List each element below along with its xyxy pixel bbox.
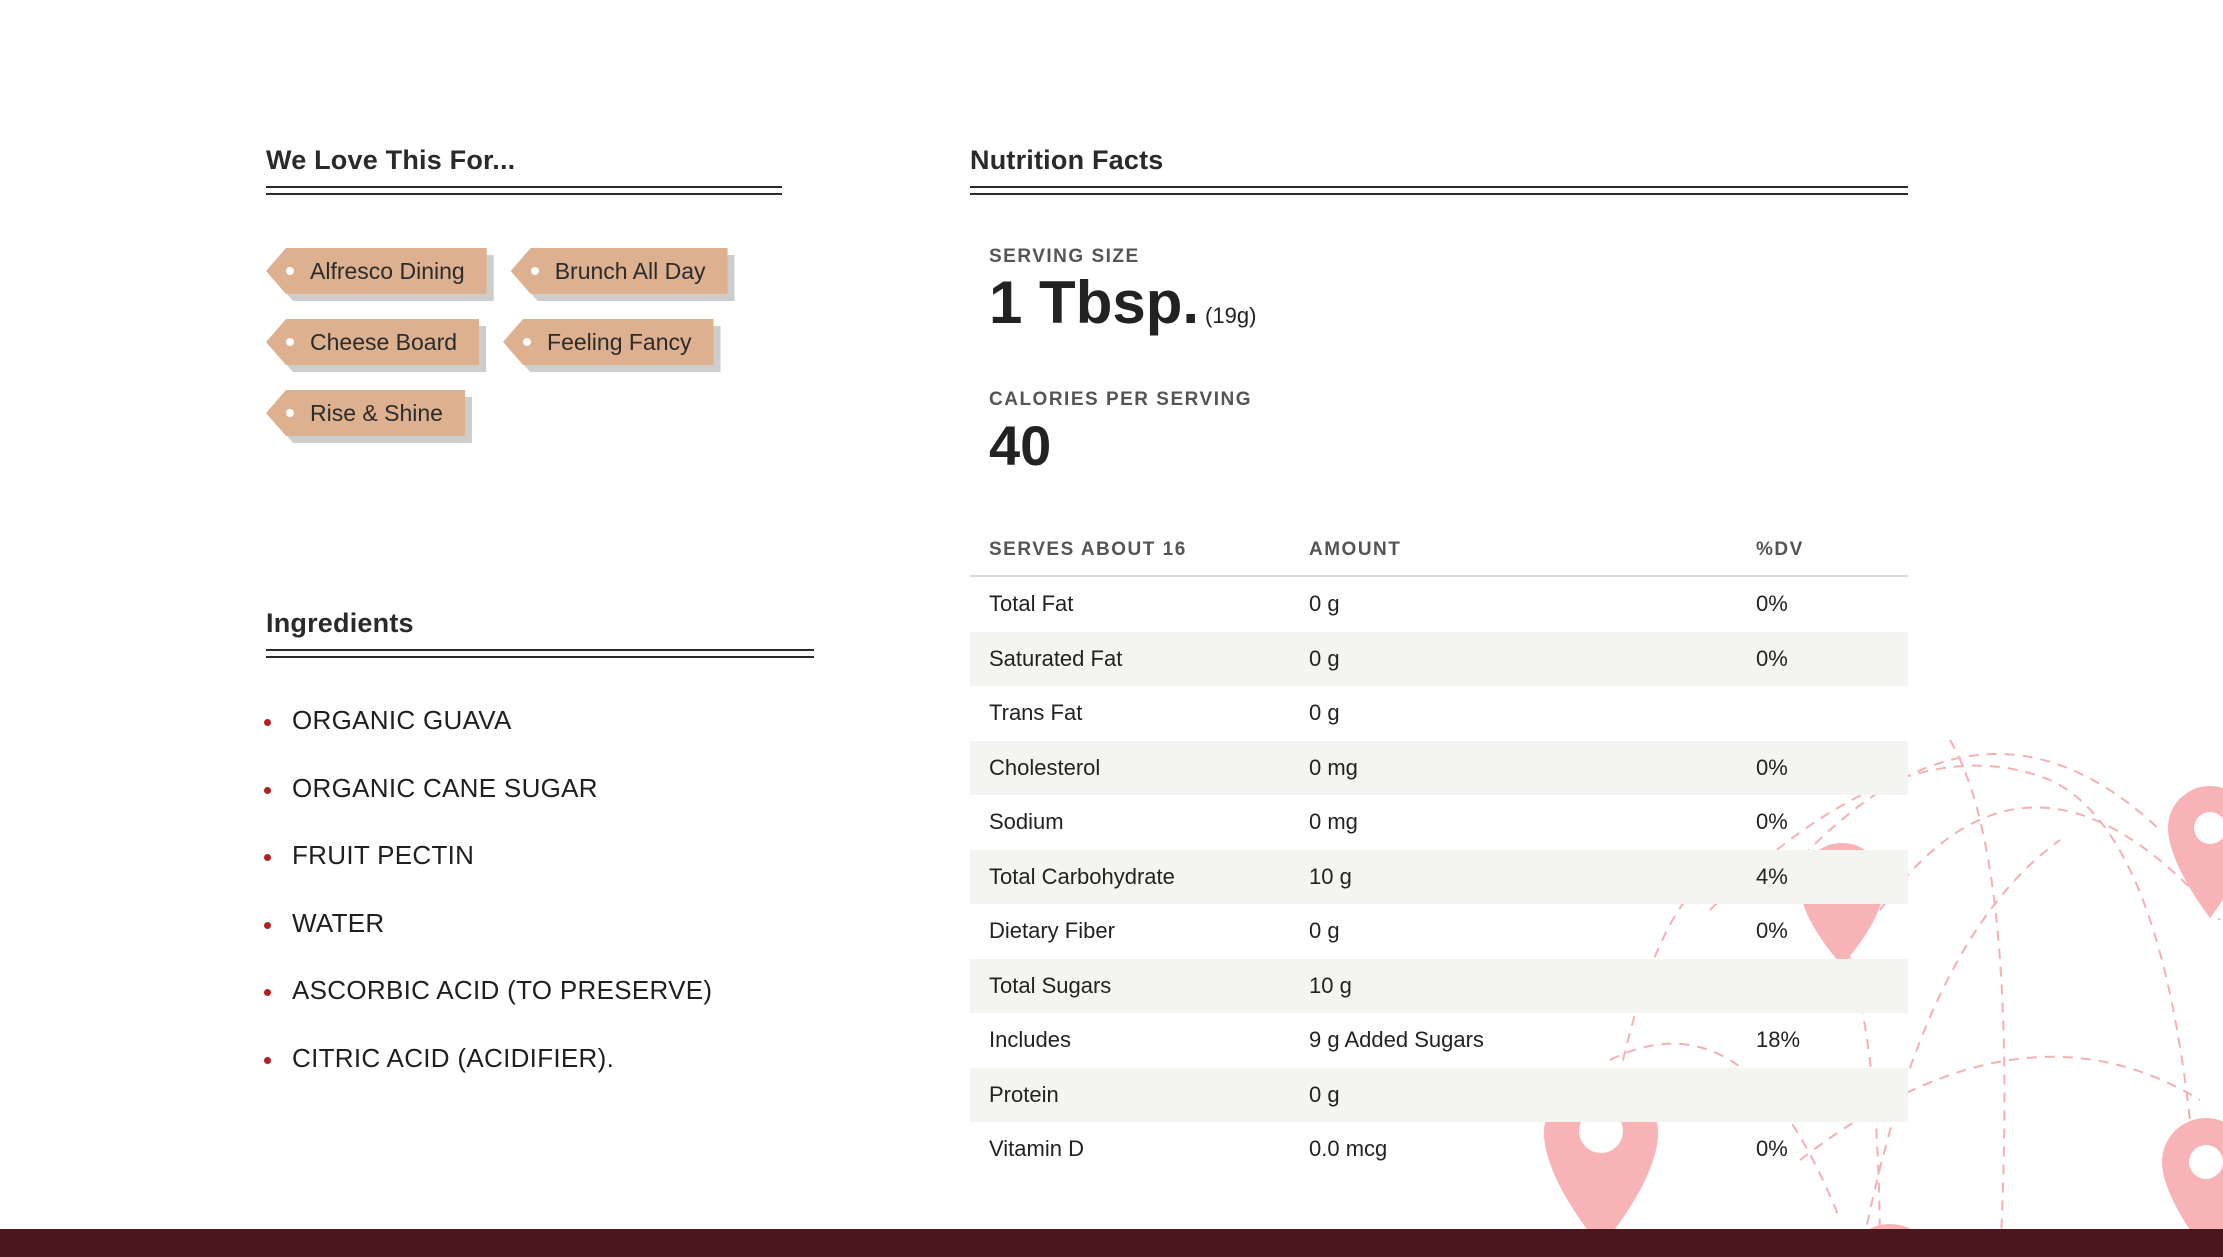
nutrient-dv: 4%: [1756, 863, 1788, 889]
table-row: Includes 9 g Added Sugars 18%: [970, 1013, 1908, 1068]
ingredient-text: ORGANIC GUAVA: [292, 705, 512, 735]
nutrition-table-header: SERVES ABOUT 16 AMOUNT %DV: [970, 525, 1908, 577]
tag-hole-icon: [286, 267, 294, 275]
tag-hole-icon: [286, 338, 294, 346]
nutrient-amount: 9 g Added Sugars: [1309, 1027, 1484, 1053]
tag-label: Feeling Fancy: [547, 328, 692, 355]
nutrient-amount: 0 mg: [1309, 809, 1358, 835]
table-row: Saturated Fat 0 g 0%: [970, 631, 1908, 686]
nutrient-name: Dietary Fiber: [989, 918, 1115, 944]
table-row: Total Sugars 10 g: [970, 958, 1908, 1013]
nutrient-name: Protein: [989, 1081, 1059, 1107]
serving-size-value: 1 Tbsp. (19g): [989, 268, 1256, 337]
table-row: Vitamin D 0.0 mcg 0%: [970, 1122, 1908, 1177]
ingredient-item: ORGANIC CANE SUGAR: [264, 773, 712, 841]
table-row: Total Fat 0 g 0%: [970, 577, 1908, 632]
nutrient-dv: 0%: [1756, 1136, 1788, 1162]
tag-cheese-board[interactable]: Cheese Board: [266, 319, 480, 365]
ingredient-text: FRUIT PECTIN: [292, 840, 475, 870]
table-row: Cholesterol 0 mg 0%: [970, 740, 1908, 795]
nutrient-dv: 0%: [1756, 645, 1788, 671]
ingredient-item: ORGANIC GUAVA: [264, 705, 712, 773]
nutrient-name: Total Sugars: [989, 972, 1112, 998]
nutrient-amount: 0 g: [1309, 918, 1340, 944]
tag-label: Brunch All Day: [554, 257, 706, 284]
tag-list: Alfresco Dining Brunch All Day Cheese Bo…: [266, 248, 786, 461]
nutrient-name: Total Fat: [989, 591, 1074, 617]
tag-brunch-all-day[interactable]: Brunch All Day: [510, 248, 728, 294]
nutrient-dv: 0%: [1756, 591, 1788, 617]
ingredient-text: ORGANIC CANE SUGAR: [292, 772, 598, 803]
nutrient-dv: 0%: [1756, 809, 1788, 835]
nutrient-amount: 10 g: [1309, 863, 1352, 889]
nutrient-amount: 10 g: [1309, 972, 1352, 998]
nutrition-title-rule: [970, 186, 1908, 195]
love-title-rule: [266, 186, 782, 195]
nutrition-table: SERVES ABOUT 16 AMOUNT %DV Total Fat 0 g 0…: [970, 525, 1908, 1177]
ingredient-text: ASCORBIC ACID (TO PRESERVE): [292, 975, 713, 1005]
nutrient-amount: 0 g: [1309, 645, 1340, 671]
tag-alfresco-dining[interactable]: Alfresco Dining: [266, 248, 487, 294]
tag-label: Rise & Shine: [310, 399, 443, 426]
header-amount: AMOUNT: [1309, 539, 1402, 560]
bullet-icon: [264, 1056, 271, 1064]
tag-feeling-fancy[interactable]: Feeling Fancy: [503, 319, 714, 365]
table-row: Dietary Fiber 0 g 0%: [970, 904, 1908, 959]
nutrition-section-title: Nutrition Facts: [970, 145, 1164, 175]
table-row: Sodium 0 mg 0%: [970, 795, 1908, 850]
tag-hole-icon: [523, 338, 532, 346]
table-row: Protein 0 g: [970, 1067, 1908, 1122]
bullet-icon: [264, 921, 271, 929]
ingredient-item: CITRIC ACID (ACIDIFIER).: [264, 1043, 712, 1111]
ingredients-section-title: Ingredients: [266, 608, 414, 638]
bullet-icon: [264, 786, 271, 794]
nutrient-name: Total Carbohydrate: [989, 863, 1175, 889]
table-row: Total Carbohydrate 10 g 4%: [970, 849, 1908, 904]
nutrient-dv: 18%: [1756, 1027, 1801, 1053]
calories-value: 40: [989, 414, 1052, 477]
nutrient-name: Trans Fat: [989, 700, 1083, 726]
nutrient-amount: 0 g: [1309, 591, 1340, 617]
tag-rise-and-shine[interactable]: Rise & Shine: [266, 390, 465, 436]
tag-hole-icon: [286, 409, 294, 417]
nutrient-amount: 0.0 mcg: [1309, 1136, 1388, 1162]
calories-label: CALORIES PER SERVING: [989, 389, 1252, 410]
ingredient-text: WATER: [292, 907, 385, 938]
nutrient-name: Includes: [989, 1027, 1071, 1053]
serving-size-label: SERVING SIZE: [989, 246, 1140, 267]
nutrient-amount: 0 g: [1309, 700, 1340, 726]
nutrient-amount: 0 mg: [1309, 754, 1358, 780]
nutrient-name: Cholesterol: [989, 754, 1101, 780]
footer-bar: [0, 1229, 2223, 1257]
nutrient-name: Sodium: [989, 809, 1064, 835]
header-dv: %DV: [1756, 539, 1804, 560]
header-serves: SERVES ABOUT 16: [989, 539, 1187, 560]
nutrient-dv: 0%: [1756, 754, 1788, 780]
ingredient-item: WATER: [264, 908, 712, 976]
ingredient-text: CITRIC ACID (ACIDIFIER).: [292, 1042, 615, 1073]
tag-label: Alfresco Dining: [310, 257, 465, 284]
bullet-icon: [264, 854, 271, 861]
love-section-title: We Love This For...: [266, 145, 516, 175]
serving-grams: (19g): [1205, 303, 1257, 328]
table-row: Trans Fat 0 g: [970, 686, 1908, 741]
tag-label: Cheese Board: [310, 328, 458, 355]
nutrient-dv: 0%: [1756, 918, 1788, 944]
nutrient-name: Vitamin D: [989, 1136, 1084, 1162]
ingredients-title-rule: [266, 649, 814, 658]
serving-amount: 1 Tbsp.: [989, 269, 1200, 336]
tag-hole-icon: [530, 267, 539, 275]
bullet-icon: [264, 719, 271, 726]
ingredients-list: ORGANIC GUAVA ORGANIC CANE SUGAR FRUIT P…: [264, 705, 712, 1110]
ingredient-item: ASCORBIC ACID (TO PRESERVE): [264, 975, 712, 1043]
ingredient-item: FRUIT PECTIN: [264, 840, 712, 908]
nutrient-amount: 0 g: [1309, 1081, 1340, 1107]
nutrient-name: Saturated Fat: [989, 645, 1123, 671]
bullet-icon: [264, 989, 271, 996]
